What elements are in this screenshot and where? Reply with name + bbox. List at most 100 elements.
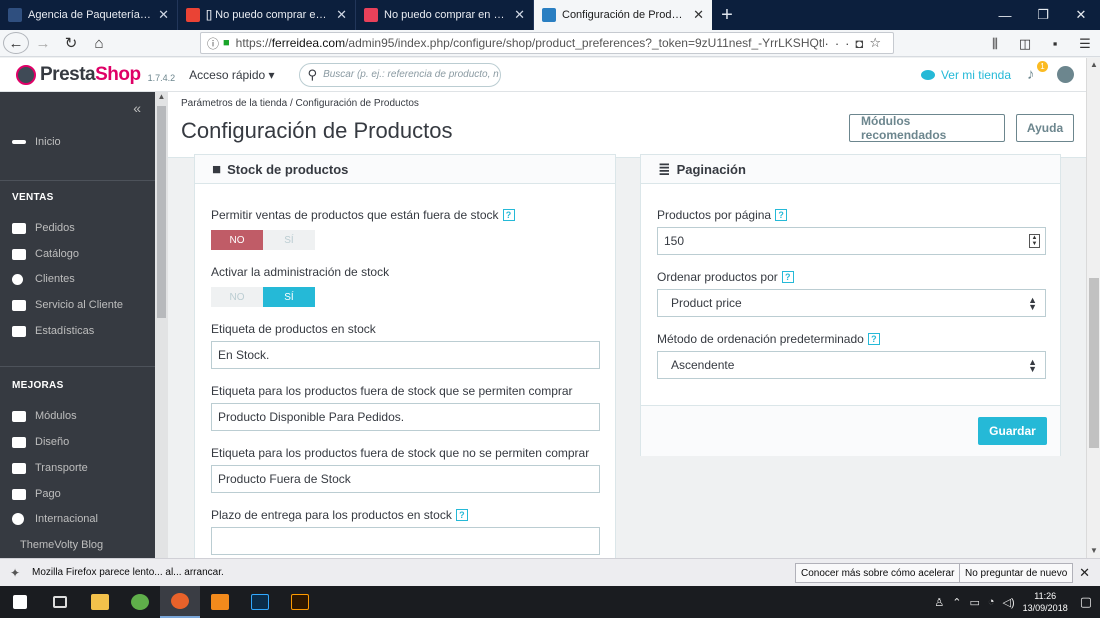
url-bar[interactable]: ⓘ ■ https://ferreidea.com/admin95/index.… bbox=[200, 32, 894, 54]
sidebar-item-themevolty[interactable]: ThemeVolty Blog bbox=[20, 539, 103, 551]
save-button[interactable]: Guardar bbox=[978, 417, 1047, 445]
search-input[interactable]: ⚲ Buscar (p. ej.: referencia de producto… bbox=[298, 62, 501, 87]
scroll-down-icon[interactable]: ▼ bbox=[1087, 544, 1100, 558]
scrollbar-thumb[interactable] bbox=[157, 106, 166, 318]
sidebar-item-estadisticas[interactable]: Estadísticas bbox=[12, 325, 94, 337]
close-icon[interactable]: ✕ bbox=[693, 7, 704, 23]
user-icon bbox=[12, 273, 23, 285]
info-icon[interactable]: ⓘ bbox=[207, 35, 219, 52]
chevron-up-icon[interactable]: ⌃ bbox=[952, 596, 961, 609]
sidebar-item-internacional[interactable]: Internacional bbox=[12, 513, 98, 525]
browser-tab-2[interactable]: [] No puedo comprar en mi web ✕ bbox=[178, 0, 356, 30]
oos-denied-input[interactable]: Producto Fuera de Stock bbox=[211, 465, 600, 493]
sidebar-item-diseno[interactable]: Diseño bbox=[12, 436, 69, 448]
prestashop-logo[interactable]: PrestaShop 1.7.4.2 bbox=[16, 64, 175, 86]
extension-icon[interactable]: ▪ bbox=[1040, 36, 1070, 51]
sidebar-item-inicio[interactable]: Inicio bbox=[12, 136, 61, 148]
file-explorer-icon[interactable] bbox=[80, 586, 120, 618]
windows-start-icon[interactable] bbox=[0, 586, 40, 618]
sidebar-item-transporte[interactable]: Transporte bbox=[12, 462, 88, 474]
taskbar-clock[interactable]: 11:26 13/09/2018 bbox=[1023, 590, 1068, 614]
notifications-bell-icon[interactable]: ♪ 1 bbox=[1027, 60, 1048, 83]
new-tab-button[interactable]: + bbox=[712, 0, 742, 30]
header-right: Ver mi tienda ♪ 1 bbox=[920, 60, 1074, 83]
forward-button[interactable]: → bbox=[29, 30, 57, 57]
learn-more-button[interactable]: Conocer más sobre cómo acelerar bbox=[795, 563, 961, 583]
switch-option-no[interactable]: NO bbox=[211, 230, 263, 250]
switch-option-yes[interactable]: SÍ bbox=[263, 287, 315, 307]
switch-option-no[interactable]: NO bbox=[211, 287, 263, 307]
scroll-up-icon[interactable]: ▲ bbox=[1087, 58, 1100, 72]
close-icon[interactable]: ✕ bbox=[336, 7, 347, 23]
per-page-input[interactable]: 150 ▲ ▼ bbox=[657, 227, 1046, 255]
dont-ask-again-button[interactable]: No preguntar de nuevo bbox=[959, 563, 1074, 583]
close-icon[interactable]: ✕ bbox=[514, 7, 525, 23]
sidebar-item-pedidos[interactable]: Pedidos bbox=[12, 222, 75, 234]
library-icon[interactable]: ⫼ bbox=[980, 36, 1010, 52]
scrollbar-thumb[interactable] bbox=[1089, 278, 1099, 448]
illustrator-icon[interactable] bbox=[280, 586, 320, 618]
sidebar-icon[interactable]: ◫ bbox=[1010, 36, 1040, 52]
sidebar-item-servicio[interactable]: Servicio al Cliente bbox=[12, 299, 123, 311]
minimize-icon[interactable]: — bbox=[986, 0, 1024, 30]
order-by-select[interactable]: Product price ▲ ▼ bbox=[657, 289, 1046, 317]
close-window-icon[interactable]: ✕ bbox=[1062, 0, 1100, 30]
menu-icon[interactable]: ☰ bbox=[1070, 36, 1100, 52]
task-view-icon[interactable] bbox=[40, 586, 80, 618]
close-icon[interactable]: ✕ bbox=[158, 7, 169, 23]
reload-button[interactable]: ↻ bbox=[57, 30, 85, 57]
close-icon[interactable]: ✕ bbox=[1079, 565, 1090, 581]
order-method-select[interactable]: Ascendente ▲ ▼ bbox=[657, 351, 1046, 379]
photoshop-icon[interactable] bbox=[240, 586, 280, 618]
help-icon[interactable]: ? bbox=[775, 209, 788, 221]
bookmark-star-icon[interactable]: ☆ bbox=[869, 35, 887, 51]
breadcrumb-item[interactable]: Parámetros de la tienda bbox=[181, 98, 287, 109]
user-account-icon[interactable] bbox=[1057, 66, 1074, 83]
sidebar-item-catalogo[interactable]: Catálogo bbox=[12, 248, 79, 260]
help-icon[interactable]: ? bbox=[867, 333, 880, 345]
back-button[interactable]: ← bbox=[3, 32, 29, 54]
oos-allowed-input[interactable]: Producto Disponible Para Pedidos. bbox=[211, 403, 600, 431]
chrome-icon[interactable] bbox=[120, 586, 160, 618]
view-shop-link[interactable]: Ver mi tienda bbox=[920, 68, 1011, 82]
allow-oos-switch[interactable]: NO SÍ bbox=[211, 230, 316, 250]
page-actions-icon[interactable]: ··· bbox=[824, 36, 855, 51]
in-stock-input[interactable]: En Stock. bbox=[211, 341, 600, 369]
delivery-time-input[interactable] bbox=[211, 527, 600, 555]
action-center-icon[interactable]: ▢ bbox=[1080, 594, 1092, 610]
browser-tab-4[interactable]: Configuración de Productos • F ✕ bbox=[534, 0, 712, 30]
browser-tab-1[interactable]: Agencia de Paquetería Urgente. ASM ✕ bbox=[0, 0, 178, 30]
browser-tab-3[interactable]: No puedo comprar en mi web ✕ bbox=[356, 0, 534, 30]
slow-startup-notification: ✦ Mozilla Firefox parece lento... al... … bbox=[0, 558, 1100, 586]
sidebar-item-pago[interactable]: Pago bbox=[12, 488, 61, 500]
help-icon[interactable]: ? bbox=[502, 209, 515, 221]
wifi-icon[interactable]: ◔ bbox=[988, 596, 995, 608]
url-text[interactable]: https://ferreidea.com/admin95/index.php/… bbox=[236, 36, 825, 50]
sidebar-item-modulos[interactable]: Módulos bbox=[12, 410, 77, 422]
breadcrumb-item[interactable]: Configuración de Productos bbox=[296, 98, 419, 109]
battery-icon[interactable]: ▭ bbox=[969, 596, 979, 609]
help-icon[interactable]: ? bbox=[781, 271, 794, 283]
home-button[interactable]: ⌂ bbox=[85, 30, 113, 57]
pocket-icon[interactable]: ◘ bbox=[855, 36, 869, 51]
help-button[interactable]: Ayuda bbox=[1016, 114, 1074, 142]
recommended-modules-button[interactable]: Módulos recomendados bbox=[849, 114, 1005, 142]
sidebar-item-label: Estadísticas bbox=[35, 325, 95, 337]
firefox-icon[interactable] bbox=[160, 586, 200, 618]
help-icon[interactable]: ? bbox=[455, 509, 468, 521]
main-content: Parámetros de la tienda / Configuración … bbox=[168, 92, 1086, 558]
quick-access-dropdown[interactable]: Acceso rápido ▾ bbox=[189, 68, 274, 82]
page-scrollbar[interactable]: ▲ ▼ bbox=[1086, 58, 1100, 558]
manage-stock-switch[interactable]: NO SÍ bbox=[211, 287, 316, 307]
scroll-up-icon[interactable]: ▲ bbox=[155, 92, 168, 104]
collapse-sidebar-icon[interactable]: « bbox=[133, 100, 141, 116]
sidebar-scrollbar[interactable]: ▲ bbox=[155, 92, 168, 558]
number-stepper-icon[interactable]: ▲ ▼ bbox=[1029, 234, 1040, 248]
restore-icon[interactable]: ❐ bbox=[1024, 0, 1062, 30]
people-icon[interactable]: ♙ bbox=[934, 596, 944, 609]
sidebar-item-clientes[interactable]: Clientes bbox=[12, 273, 75, 285]
switch-option-yes[interactable]: SÍ bbox=[263, 230, 315, 250]
avast-icon[interactable] bbox=[200, 586, 240, 618]
volume-icon[interactable]: ◁) bbox=[1003, 596, 1015, 609]
browser-toolbar-right: ⫼ ◫ ▪ ☰ bbox=[980, 30, 1100, 57]
